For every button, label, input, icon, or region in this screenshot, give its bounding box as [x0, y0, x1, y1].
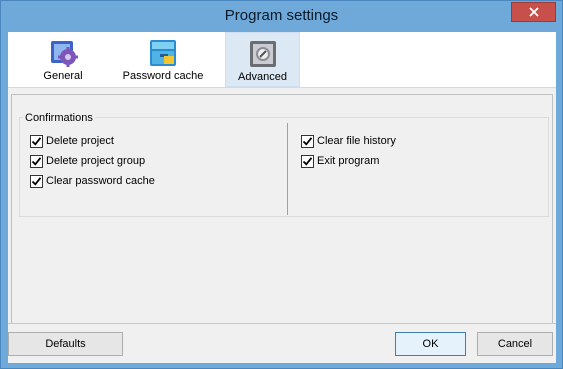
tab-password-cache-label: Password cache	[122, 70, 204, 82]
clear-password-cache-checkbox[interactable]	[30, 174, 43, 188]
exit-program-checkbox[interactable]	[301, 154, 314, 168]
window-title: Program settings	[224, 7, 339, 24]
clear-file-history-label: Clear file history	[317, 135, 396, 147]
delete-project-label: Delete project	[46, 135, 114, 147]
checkmark-icon	[302, 156, 313, 166]
exit-program-option[interactable]: Exit program	[301, 153, 379, 169]
tab-general-label: General	[43, 70, 83, 82]
confirmations-group-title: Confirmations	[23, 112, 95, 124]
drawer-icon	[150, 40, 176, 66]
tab-advanced-label: Advanced	[238, 71, 287, 83]
clear-file-history-option[interactable]: Clear file history	[301, 133, 396, 149]
program-settings-window: Program settings General Password cache …	[0, 0, 563, 369]
clear-password-cache-label: Clear password cache	[46, 175, 155, 187]
checkmark-icon	[31, 136, 42, 146]
checkmark-icon	[31, 176, 42, 186]
checkmark-icon	[302, 136, 313, 146]
advanced-settings-panel: Confirmations Delete project Delete proj…	[11, 94, 553, 324]
close-button[interactable]	[511, 2, 556, 22]
ok-button[interactable]: OK	[395, 332, 466, 356]
tab-advanced[interactable]: Advanced	[225, 32, 300, 87]
checkmark-icon	[31, 156, 42, 166]
dialog-button-bar: Defaults OK Cancel	[8, 323, 556, 363]
safe-icon	[249, 41, 276, 67]
delete-project-option[interactable]: Delete project	[30, 133, 114, 149]
exit-program-label: Exit program	[317, 155, 380, 167]
tab-general[interactable]: General	[28, 32, 98, 87]
delete-project-group-option[interactable]: Delete project group	[30, 153, 145, 169]
column-divider	[287, 123, 288, 215]
defaults-button[interactable]: Defaults	[8, 332, 123, 356]
delete-project-group-checkbox[interactable]	[30, 154, 43, 168]
cancel-button[interactable]: Cancel	[477, 332, 553, 356]
gear-icon	[51, 41, 78, 67]
clear-password-cache-option[interactable]: Clear password cache	[30, 173, 155, 189]
delete-project-group-label: Delete project group	[46, 155, 146, 167]
clear-file-history-checkbox[interactable]	[301, 134, 314, 148]
dialog-client-area: General Password cache Advanced Confirma…	[8, 32, 556, 363]
title-bar[interactable]: Program settings	[1, 1, 562, 33]
tab-password-cache[interactable]: Password cache	[118, 32, 208, 87]
delete-project-checkbox[interactable]	[30, 134, 43, 148]
close-icon	[528, 7, 539, 17]
settings-tab-bar: General Password cache Advanced	[8, 32, 556, 88]
